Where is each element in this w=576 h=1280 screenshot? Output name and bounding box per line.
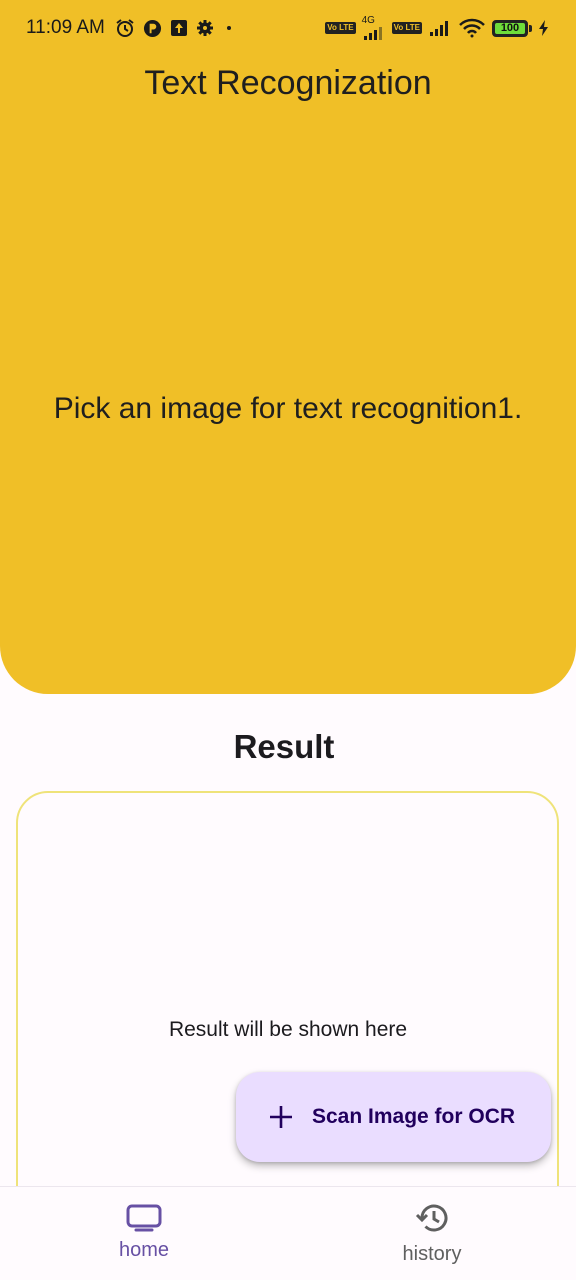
network-label: 4G — [361, 15, 375, 26]
battery-icon: 100 — [492, 19, 528, 37]
status-time: 11:09 AM — [26, 17, 105, 38]
result-box — [16, 791, 559, 1231]
signal-icon: 4G — [362, 16, 386, 40]
bottom-navigation: home history — [0, 1186, 576, 1280]
volte-badge: Vo LTE — [325, 22, 356, 34]
nav-label-history: history — [402, 1243, 462, 1265]
battery-level: 100 — [500, 22, 520, 34]
signal-icon-2 — [428, 20, 452, 36]
image-pick-area[interactable] — [0, 0, 576, 694]
settings-icon — [196, 19, 214, 37]
upload-icon — [170, 19, 188, 37]
tv-icon — [125, 1203, 163, 1233]
dot-icon — [222, 21, 236, 35]
history-icon — [415, 1203, 449, 1233]
nav-item-home[interactable]: home — [0, 1187, 288, 1280]
alarm-icon — [115, 18, 135, 38]
charging-icon — [538, 19, 550, 37]
nav-label-home: home — [118, 1239, 170, 1261]
wifi-icon — [458, 18, 486, 38]
scan-image-label: Scan Image for OCR — [312, 1105, 516, 1128]
volte-badge-2: Vo LTE — [391, 22, 422, 34]
app-icon — [143, 19, 162, 38]
pick-image-prompt: Pick an image for text recognition1. — [53, 392, 523, 425]
nav-item-history[interactable]: history — [288, 1187, 576, 1280]
app-title: Text Recognization — [144, 64, 432, 102]
status-bar: 11:09 AM Vo LTE 4G Vo LTE 100 — [0, 0, 576, 56]
scan-image-button[interactable]: Scan Image for OCR — [236, 1072, 551, 1162]
result-placeholder: Result will be shown here — [168, 1018, 408, 1041]
plus-icon — [268, 1104, 294, 1130]
result-heading: Result — [233, 728, 335, 765]
